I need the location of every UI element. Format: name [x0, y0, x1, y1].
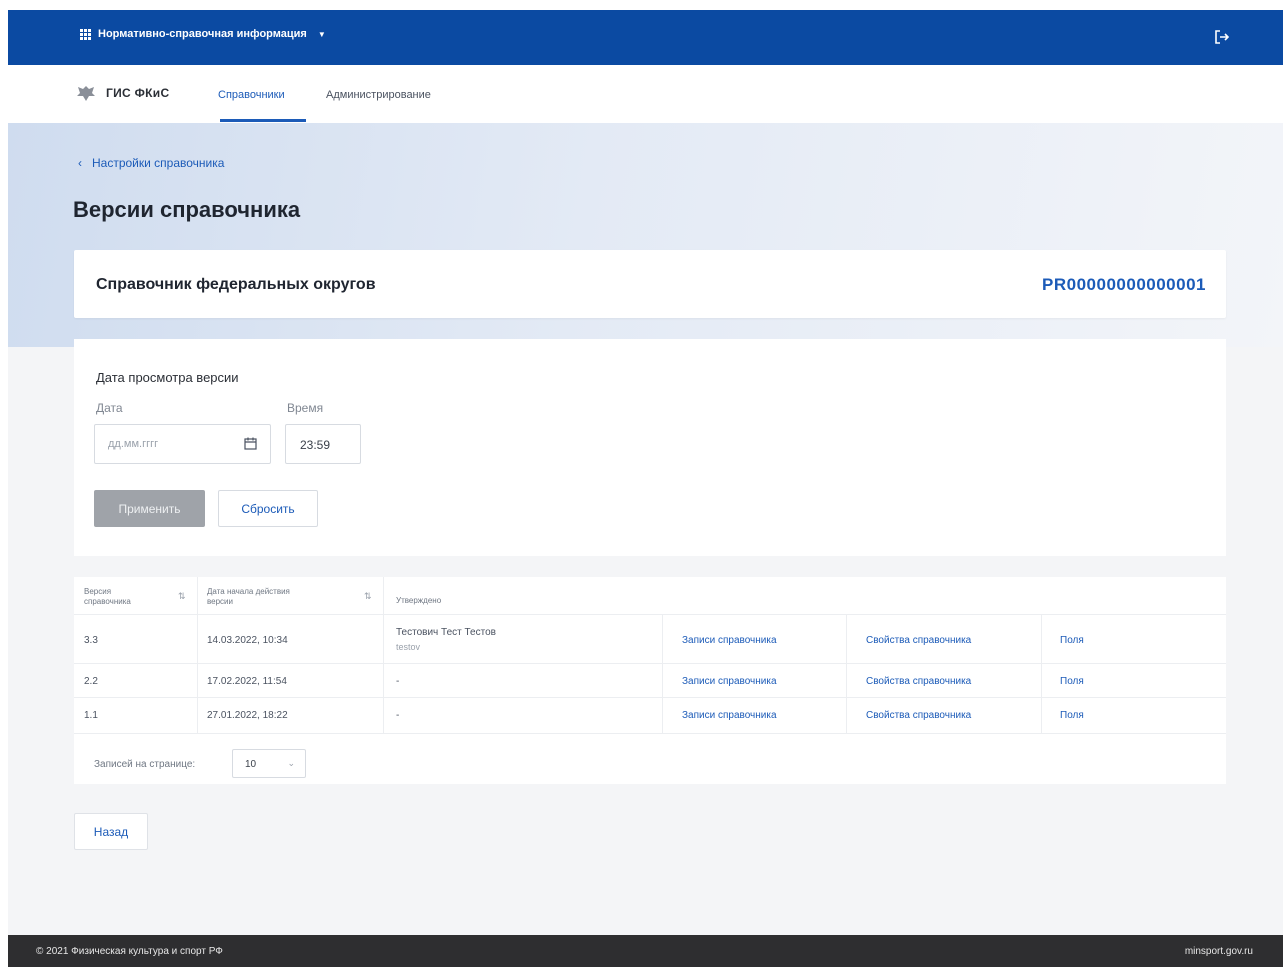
properties-link[interactable]: Свойства справочника	[866, 676, 971, 687]
app-switcher[interactable]: Нормативно-справочная информация ▼	[80, 28, 326, 40]
per-page-select[interactable]: 10 ⌄	[232, 749, 306, 778]
breadcrumb-back-link[interactable]: ‹ Настройки справочника	[78, 156, 224, 170]
apps-grid-icon	[80, 28, 91, 40]
directory-code: PR00000000000001	[1042, 275, 1206, 294]
per-page-label: Записей на странице:	[94, 759, 196, 770]
sort-icon[interactable]: ⇅	[364, 591, 372, 602]
date-cell: 17.02.2022, 11:54	[207, 676, 287, 687]
time-label: Время	[287, 401, 324, 415]
table-row: 1.1 27.01.2022, 18:22 - Записи справочни…	[74, 698, 1226, 734]
versions-table: Версия справочника ⇅ Дата начала действи…	[74, 577, 1226, 784]
directory-name: Справочник федеральных округов	[96, 276, 376, 293]
logout-icon[interactable]	[1213, 28, 1231, 46]
approved-cell: -	[396, 676, 400, 687]
footer-copyright: © 2021 Физическая культура и спорт РФ	[36, 946, 223, 957]
caret-down-icon: ▼	[317, 29, 326, 39]
approved-login: testov	[396, 642, 421, 652]
footer-site-link[interactable]: minsport.gov.ru	[1185, 946, 1253, 957]
sort-icon[interactable]: ⇅	[178, 591, 186, 602]
brand-name: ГИС ФКиС	[106, 86, 170, 100]
fields-link[interactable]: Поля	[1060, 635, 1084, 646]
calendar-icon[interactable]	[244, 437, 257, 450]
version-cell: 1.1	[84, 710, 98, 721]
brand[interactable]: ГИС ФКиС	[76, 84, 169, 102]
directory-card: Справочник федеральных округов PR0000000…	[74, 250, 1226, 318]
date-cell: 27.01.2022, 18:22	[207, 710, 288, 721]
table-row: 2.2 17.02.2022, 11:54 - Записи справочни…	[74, 664, 1226, 698]
date-field[interactable]: дд.мм.гггг	[94, 424, 271, 464]
date-label: Дата	[96, 401, 123, 415]
per-page-value: 10	[245, 759, 257, 770]
header-date: Дата начала действия версии	[207, 587, 290, 606]
version-cell: 3.3	[84, 635, 98, 646]
apply-button[interactable]: Применить	[94, 490, 205, 527]
version-cell: 2.2	[84, 676, 98, 687]
records-link[interactable]: Записи справочника	[682, 676, 777, 687]
breadcrumb-label: Настройки справочника	[92, 156, 225, 170]
table-header: Версия справочника ⇅ Дата начала действи…	[74, 577, 1226, 615]
table-row: 3.3 14.03.2022, 10:34 Тестович Тест Тест…	[74, 615, 1226, 664]
fields-link[interactable]: Поля	[1060, 676, 1084, 687]
footer: © 2021 Физическая культура и спорт РФ mi…	[8, 935, 1283, 967]
records-link[interactable]: Записи справочника	[682, 710, 777, 721]
page-title: Версии справочника	[73, 197, 301, 222]
chevron-down-icon: ⌄	[287, 758, 295, 768]
back-button[interactable]: Назад	[74, 813, 148, 850]
filter-title: Дата просмотра версии	[96, 370, 239, 385]
active-tab-indicator	[220, 119, 306, 122]
properties-link[interactable]: Свойства справочника	[866, 635, 971, 646]
time-field[interactable]: 23:59	[285, 424, 361, 464]
time-value: 23:59	[300, 438, 331, 452]
version-filter-card: Дата просмотра версии Дата Время дд.мм.г…	[74, 339, 1226, 556]
tab-administration[interactable]: Администрирование	[326, 89, 431, 101]
app-frame: Нормативно-справочная информация ▼ ГИС Ф…	[8, 10, 1283, 967]
reset-button[interactable]: Сбросить	[218, 490, 318, 527]
approved-cell: Тестович Тест Тестов	[396, 627, 496, 638]
top-app-bar: Нормативно-справочная информация ▼	[8, 10, 1283, 65]
date-placeholder: дд.мм.гггг	[108, 438, 159, 450]
main-nav: ГИС ФКиС Справочники Администрирование	[8, 65, 1283, 123]
fields-link[interactable]: Поля	[1060, 710, 1084, 721]
chevron-left-icon: ‹	[78, 156, 82, 170]
records-link[interactable]: Записи справочника	[682, 635, 777, 646]
header-approved: Утверждено	[396, 596, 442, 605]
properties-link[interactable]: Свойства справочника	[866, 710, 971, 721]
emblem-icon	[77, 86, 95, 101]
app-title: Нормативно-справочная информация	[98, 28, 307, 40]
approved-cell: -	[396, 710, 400, 721]
date-cell: 14.03.2022, 10:34	[207, 635, 288, 646]
tab-directories[interactable]: Справочники	[218, 89, 285, 101]
header-version: Версия справочника	[84, 587, 131, 606]
